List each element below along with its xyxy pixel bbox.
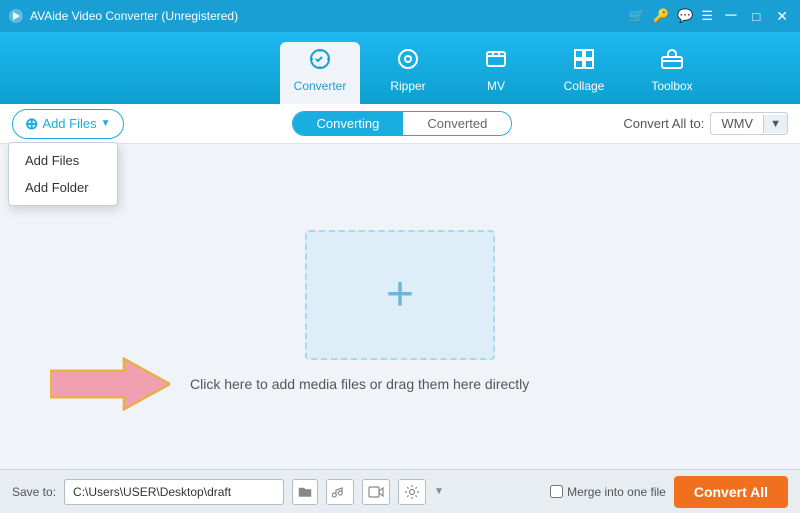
format-value: WMV [711,113,763,134]
tab-converted[interactable]: Converted [403,112,511,135]
window-controls: 🛒 🔑 💬 ☰ ─ □ ✕ [629,7,792,25]
nav-converter-label: Converter [294,79,347,93]
titlebar: AVAide Video Converter (Unregistered) 🛒 … [0,0,800,32]
format-dropdown-arrow[interactable]: ▼ [763,115,787,133]
dropdown-arrow-icon: ▼ [101,118,111,129]
nav-mv-label: MV [487,79,505,93]
collage-icon [572,47,596,75]
cart-icon[interactable]: 🛒 [629,8,645,24]
toolbar: ⊕ Add Files ▼ Add Files Add Folder Conve… [0,104,800,144]
arrow-graphic [50,354,170,414]
gear-icon [404,484,420,500]
nav-ripper-label: Ripper [390,79,425,93]
nav-item-collage[interactable]: Collage [544,42,624,104]
add-files-button[interactable]: ⊕ Add Files ▼ [12,109,124,139]
folder-icon [298,485,312,499]
settings-icon-btn-3[interactable] [398,479,426,505]
nav-item-converter[interactable]: Converter [280,42,360,104]
format-select-wrapper[interactable]: WMV ▼ [710,112,788,135]
add-folder-menu-item[interactable]: Add Folder [9,174,117,201]
save-to-label: Save to: [12,485,56,499]
key-icon[interactable]: 🔑 [653,8,669,24]
add-files-menu-item[interactable]: Add Files [9,147,117,174]
add-files-dropdown: Add Files Add Folder [8,142,118,206]
merge-check-section: Merge into one file [550,485,666,499]
merge-label: Merge into one file [567,485,666,499]
tab-converting[interactable]: Converting [293,112,404,135]
nav-toolbox-label: Toolbox [651,79,692,93]
audio-icon [332,484,348,500]
video-icon [368,484,384,500]
chat-icon[interactable]: 💬 [677,8,693,24]
drop-plus-icon: + [386,271,414,319]
close-button[interactable]: ✕ [772,8,792,25]
tab-group: Converting Converted [292,111,513,136]
drop-zone[interactable]: + [305,230,495,360]
add-icon: ⊕ [25,114,38,134]
convert-all-to-section: Convert All to: WMV ▼ [623,112,788,135]
settings-icon-btn-2[interactable] [362,479,390,505]
bottombar: Save to: ▼ Merge into one file Convert A… [0,469,800,513]
nav-collage-label: Collage [564,79,605,93]
merge-checkbox[interactable] [550,485,563,498]
main-content: + Click here to add media files or drag … [0,144,800,469]
browse-folder-button[interactable] [292,479,318,505]
navbar: Converter Ripper MV [0,32,800,104]
toolbox-icon [660,47,684,75]
nav-item-ripper[interactable]: Ripper [368,42,448,104]
converter-icon [308,47,332,75]
convert-all-button[interactable]: Convert All [674,476,788,508]
menu-icon[interactable]: ☰ [701,8,713,24]
settings-icon-btn-1[interactable] [326,479,354,505]
dropdown-small-arrow[interactable]: ▼ [434,486,444,497]
add-files-label: Add Files [42,116,96,131]
nav-item-mv[interactable]: MV [456,42,536,104]
nav-item-toolbox[interactable]: Toolbox [632,42,712,104]
save-path-input[interactable] [64,479,284,505]
maximize-button[interactable]: □ [748,9,764,24]
app-title: AVAide Video Converter (Unregistered) [30,9,629,23]
ripper-icon [396,47,420,75]
hint-area: Click here to add media files or drag th… [50,354,529,414]
mv-icon [484,47,508,75]
app-icon [8,8,24,24]
hint-text: Click here to add media files or drag th… [190,376,529,392]
convert-all-to-label: Convert All to: [623,116,704,131]
minimize-button[interactable]: ─ [721,7,740,25]
